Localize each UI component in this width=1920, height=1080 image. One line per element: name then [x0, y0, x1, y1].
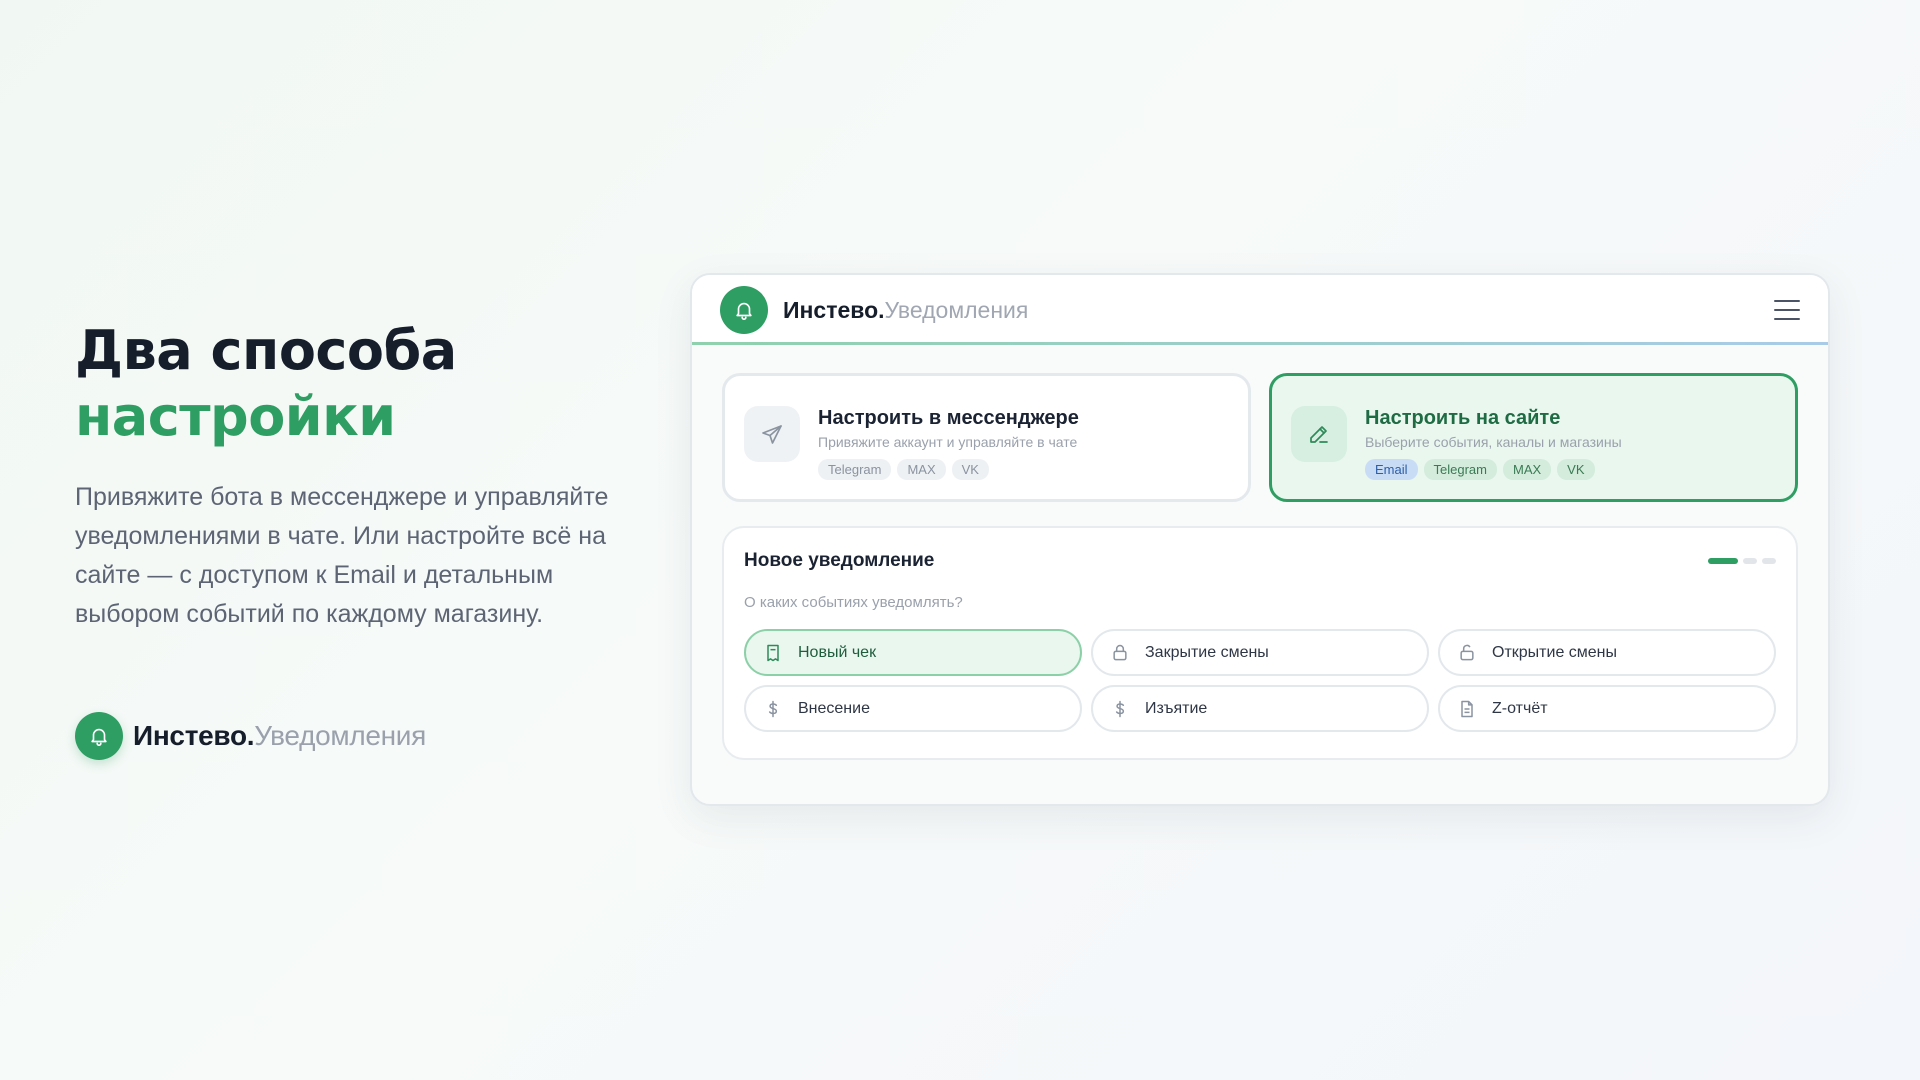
chip-vk: VK [1557, 459, 1595, 480]
card-messenger[interactable]: Настроить в мессенджере Привяжите аккаун… [722, 373, 1251, 502]
event-deposit[interactable]: Внесение [744, 685, 1082, 732]
event-label: Изъятие [1145, 699, 1208, 717]
bell-icon [720, 286, 768, 334]
setup-cards: Настроить в мессенджере Привяжите аккаун… [722, 373, 1798, 502]
hero-title: Два способа настройки [75, 318, 615, 450]
document-icon [1456, 698, 1478, 720]
card-title: Настроить на сайте [1365, 407, 1561, 429]
card-subtitle: Выберите события, каналы и магазины [1365, 434, 1622, 450]
event-z-report[interactable]: Z-отчёт [1438, 685, 1776, 732]
event-shift-open[interactable]: Открытие смены [1438, 629, 1776, 676]
unlock-icon [1456, 642, 1478, 664]
channel-chips: Email Telegram MAX VK [1365, 459, 1622, 480]
chip-vk: VK [951, 459, 989, 480]
event-shift-close[interactable]: Закрытие смены [1091, 629, 1429, 676]
event-new-receipt[interactable]: Новый чек [744, 629, 1082, 676]
lock-icon [1109, 642, 1131, 664]
card-title: Настроить в мессенджере [818, 407, 1079, 429]
hero-title-line1: Два способа [75, 319, 457, 382]
window-brand-sub: Уведомления [884, 296, 1029, 323]
footer-brand: Инстево. Уведомления [75, 712, 426, 760]
pencil-icon [1291, 406, 1347, 462]
event-withdrawal[interactable]: Изъятие [1091, 685, 1429, 732]
chip-telegram: Telegram [818, 459, 892, 480]
channel-chips: Telegram MAX VK [818, 459, 1079, 480]
dollar-icon [762, 698, 784, 720]
event-label: Закрытие смены [1145, 643, 1269, 661]
menu-icon[interactable] [1774, 300, 1800, 320]
brand-sub: Уведомления [254, 720, 427, 751]
step-dot [1762, 558, 1776, 564]
step-dot [1743, 558, 1757, 564]
hero-title-line2: настройки [75, 385, 396, 448]
brand-name: Инстево. [133, 720, 255, 751]
event-label: Внесение [798, 699, 870, 717]
chip-telegram: Telegram [1423, 459, 1497, 480]
event-label: Новый чек [798, 643, 877, 661]
app-window: Инстево. Уведомления Настроить в мессендж… [690, 273, 1830, 806]
step-indicator [1708, 558, 1776, 564]
dollar-icon [1109, 698, 1131, 720]
bell-icon [75, 712, 123, 760]
step-dot-active [1708, 558, 1738, 564]
chip-email: Email [1365, 459, 1418, 480]
event-label: Z-отчёт [1492, 699, 1548, 717]
hero-description: Привяжите бота в мессенджере и управляйт… [75, 483, 609, 628]
chip-max: MAX [1502, 459, 1552, 480]
window-brand-name: Инстево. [783, 296, 885, 323]
event-options: Новый чек Закрытие смены Открытие смены … [744, 629, 1776, 732]
notification-question: О каких событиях уведомлять? [744, 594, 963, 611]
notification-title: Новое уведомление [744, 550, 935, 571]
card-subtitle: Привяжите аккаунт и управляйте в чате [818, 434, 1078, 450]
chip-max: MAX [897, 459, 946, 480]
card-website[interactable]: Настроить на сайте Выберите события, кан… [1269, 373, 1798, 502]
hero-section: Два способа настройки Привяжите бота в м… [75, 318, 615, 634]
receipt-icon [762, 642, 784, 664]
send-icon [744, 406, 800, 462]
event-label: Открытие смены [1492, 643, 1618, 661]
new-notification-panel: Новое уведомление О каких событиях уведо… [722, 526, 1798, 760]
window-header: Инстево. Уведомления [692, 275, 1828, 345]
